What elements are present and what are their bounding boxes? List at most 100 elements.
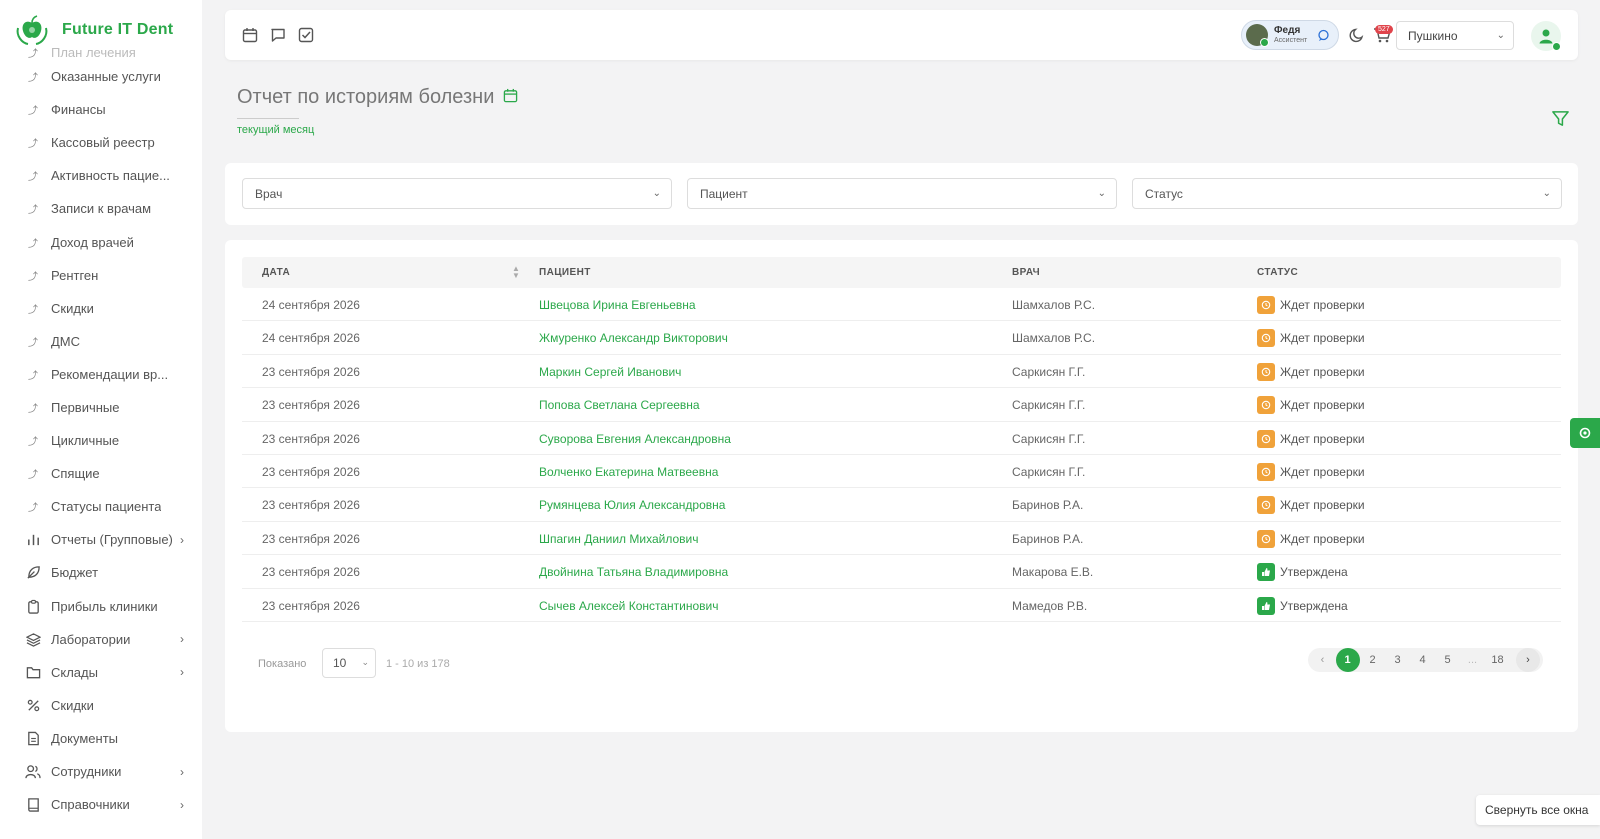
patient-link[interactable]: Жмуренко Александр Викторович (539, 331, 728, 345)
page-button[interactable]: 2 (1361, 648, 1385, 672)
patient-link[interactable]: Волченко Екатерина Матвеевна (539, 465, 718, 479)
sidebar-subitem[interactable]: ⤴ Кассовый реестр (0, 126, 202, 159)
prev-page-button[interactable]: ‹ (1311, 648, 1335, 672)
next-page-button[interactable]: › (1516, 648, 1540, 672)
patient-link[interactable]: Попова Светлана Сергеевна (539, 398, 700, 412)
user-chip[interactable]: Федя Ассистент (1241, 20, 1339, 50)
bar-chart-icon (24, 531, 42, 549)
patient-select[interactable]: Пациент ⌄ (687, 178, 1117, 209)
page-button[interactable]: 18 (1486, 648, 1510, 672)
column-date[interactable]: ДАТА (262, 267, 290, 278)
calendar-icon[interactable] (241, 26, 259, 44)
pagination: ‹ 1 2 3 4 5... 18 › (1308, 648, 1543, 672)
patient-link[interactable]: Сычев Алексей Константинович (539, 599, 718, 613)
clock-icon (1257, 296, 1275, 314)
collapse-all-button[interactable]: Свернуть все окна (1476, 795, 1600, 825)
table-row: 23 сентября 2026 Маркин Сергей Иванович Са… (242, 355, 1561, 389)
cell-doctor: Баринов Р.А. (1012, 498, 1084, 513)
page-button[interactable]: 3 (1386, 648, 1410, 672)
sort-icon[interactable]: ▲ ▼ (512, 265, 520, 280)
branch-value: Пушкино (1408, 28, 1458, 43)
sidebar-subitem[interactable]: ⤴ Записи к врачам (0, 192, 202, 225)
status-select[interactable]: Статус ⌄ (1132, 178, 1562, 209)
period-link[interactable]: текущий месяц (237, 124, 314, 136)
status-text: Ждет проверки (1280, 331, 1365, 346)
sidebar-subitem[interactable]: ⤴ Активность пацие... (0, 159, 202, 192)
sidebar-subitem[interactable]: ⤴ Цикличные (0, 424, 202, 457)
page-button[interactable]: 1 (1335, 648, 1360, 672)
chat-icon[interactable] (1317, 29, 1330, 45)
sidebar-subitem[interactable]: ⤴ Финансы (0, 93, 202, 126)
doctor-select[interactable]: Врач ⌄ (242, 178, 672, 209)
sidebar-item-label: Статусы пациента (51, 499, 162, 515)
sub-marker-icon: ⤴ (28, 470, 38, 482)
branch-select[interactable]: Пушкино ⌄ (1396, 21, 1514, 50)
sidebar-subitem[interactable]: ⤴ Скидки (0, 292, 202, 325)
sidebar-item-label: План лечения (51, 45, 136, 60)
logo-text: Future IT Dent (62, 21, 174, 38)
status-text: Ждет проверки (1280, 498, 1365, 513)
patient-link[interactable]: Шпагин Даниил Михайлович (539, 532, 698, 546)
sidebar-item-faded[interactable]: ⤴ План лечения (0, 42, 202, 60)
sidebar-item[interactable]: Прибыль клиники (0, 590, 202, 623)
settings-tab[interactable] (1570, 418, 1600, 448)
status-text: Утверждена (1280, 565, 1348, 580)
patient-link[interactable]: Румянцева Юлия Александровна (539, 498, 725, 512)
page-button[interactable]: 4 (1411, 648, 1435, 672)
sub-marker-icon: ⤴ (28, 49, 38, 60)
sidebar-subitem[interactable]: ⤴ Оказанные услуги (0, 60, 202, 93)
sidebar-subitem[interactable]: ⤴ Статусы пациента (0, 490, 202, 523)
patient-link[interactable]: Суворова Евгения Александровна (539, 432, 731, 446)
filter-icon[interactable] (1551, 109, 1570, 131)
cell-date: 23 сентября 2026 (262, 464, 360, 479)
sidebar-item[interactable]: Справочники › (0, 788, 202, 821)
clock-icon (1257, 496, 1275, 515)
sidebar-subitem[interactable]: ⤴ Рекомендации вр... (0, 358, 202, 391)
sidebar-subitem[interactable]: ⤴ Спящие (0, 457, 202, 490)
sidebar-item[interactable]: Документы (0, 722, 202, 755)
sidebar-item-label: Склады (51, 664, 98, 680)
cell-date: 23 сентября 2026 (262, 565, 360, 580)
profile-avatar[interactable] (1531, 21, 1561, 51)
cell-doctor: Макарова Е.В. (1012, 565, 1094, 580)
cell-date: 24 сентября 2026 (262, 331, 360, 346)
sidebar-item-label: Бюджет (51, 565, 99, 581)
sub-marker-icon: ⤴ (28, 139, 38, 151)
sidebar-item-label: Спящие (51, 466, 100, 482)
status-select-placeholder: Статус (1145, 186, 1183, 201)
chevron-right-icon: › (180, 665, 184, 680)
sidebar-subitem[interactable]: ⤴ ДМС (0, 325, 202, 358)
sidebar-item[interactable]: Склады › (0, 656, 202, 689)
sidebar-subitem[interactable]: ⤴ Доход врачей (0, 225, 202, 258)
sidebar-item[interactable]: Скидки (0, 689, 202, 722)
cell-date: 23 сентября 2026 (262, 598, 360, 613)
cell-doctor: Шамхалов Р.С. (1012, 331, 1096, 346)
page-button[interactable]: 5 (1436, 648, 1460, 672)
checkbox-icon[interactable] (297, 26, 315, 44)
sidebar-subitem[interactable]: ⤴ Первичные (0, 391, 202, 424)
patient-link[interactable]: Швецова Ирина Евгеньевна (539, 298, 696, 312)
column-status: СТАТУС (1257, 267, 1299, 278)
moon-icon[interactable] (1349, 27, 1365, 46)
sidebar-item[interactable]: Лаборатории › (0, 623, 202, 656)
sidebar-item[interactable]: Сотрудники › (0, 755, 202, 788)
shown-label: Показано (258, 658, 307, 670)
table-row: 23 сентября 2026 Румянцева Юлия Александр… (242, 488, 1561, 522)
sidebar-item[interactable]: Отчеты (Групповые) › (0, 523, 202, 556)
chevron-down-icon: ⌄ (1496, 30, 1505, 41)
per-page-select[interactable]: 10 ⌄ (322, 648, 376, 678)
cell-date: 23 сентября 2026 (262, 498, 360, 513)
sub-marker-icon: ⤴ (28, 205, 38, 217)
sidebar-subitem[interactable]: ⤴ Рентген (0, 259, 202, 292)
table-row: 24 сентября 2026 Жмуренко Александр Викто… (242, 321, 1561, 355)
message-icon[interactable] (269, 26, 287, 44)
sidebar-menu: ⤴ План лечения ⤴ Оказанные услуги ⤴ Финансы… (0, 42, 202, 821)
sidebar-item[interactable]: Бюджет (0, 556, 202, 589)
status-text: Ждет проверки (1280, 464, 1365, 479)
sub-marker-icon: ⤴ (28, 304, 38, 316)
chevron-right-icon: › (180, 797, 184, 812)
patient-link[interactable]: Двойнина Татьяна Владимировна (539, 565, 728, 579)
patient-link[interactable]: Маркин Сергей Иванович (539, 365, 681, 379)
calendar-icon[interactable] (503, 86, 518, 109)
gear-icon (1579, 427, 1591, 439)
